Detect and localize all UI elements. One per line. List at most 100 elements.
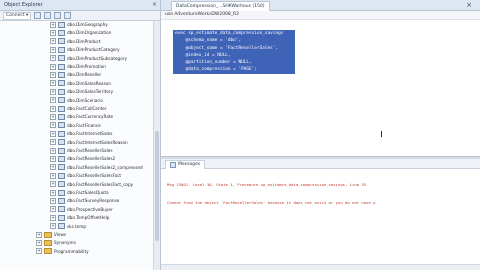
tree-table-item[interactable]: + dbo.FactResellerSalesFact_copy: [50, 181, 133, 188]
tree-table-item[interactable]: + dbo.DimGeography: [50, 21, 108, 28]
expand-icon[interactable]: +: [50, 29, 56, 36]
tree-item-label: dbo.FactResellerSales: [67, 148, 113, 153]
expand-icon[interactable]: +: [50, 97, 56, 104]
tree-folder-item[interactable]: + Synonyms: [36, 239, 76, 246]
expand-icon[interactable]: +: [50, 21, 56, 28]
sql-code-block[interactable]: exec sp_estimate_data_compression_saving…: [173, 30, 295, 74]
tree-item-label: dbo.DimProduct: [67, 38, 101, 44]
tree-table-item[interactable]: + dbo.FactInternetSales: [50, 130, 112, 137]
expand-icon[interactable]: +: [50, 223, 56, 230]
expand-icon[interactable]: +: [50, 88, 56, 95]
tab-messages[interactable]: Messages: [165, 160, 206, 169]
tree-item-label: dbo.FactSalesQuota: [67, 190, 109, 195]
object-explorer-panel: Object Explorer × Connect ▾ + dbo.DimGeog…: [0, 0, 161, 270]
tree-table-item[interactable]: + dbo.FactFinance: [50, 122, 101, 129]
code-line[interactable]: @schema_name = 'dbo',: [173, 37, 295, 45]
table-icon: [58, 55, 65, 62]
expand-icon[interactable]: +: [50, 63, 56, 70]
tree-table-item[interactable]: + dbo.FactResellerSales2_compressed: [50, 164, 143, 171]
scrollbar-thumb[interactable]: [155, 131, 159, 241]
tree-item-label: Synonyms: [54, 240, 76, 246]
refresh-icon[interactable]: [64, 12, 72, 19]
expand-icon[interactable]: +: [50, 172, 56, 179]
expand-icon[interactable]: +: [50, 147, 56, 154]
expand-icon[interactable]: +: [50, 113, 56, 120]
expand-icon[interactable]: +: [50, 122, 56, 129]
expand-icon[interactable]: +: [50, 130, 56, 137]
tree-item-label: dbo.FactInternetSales: [67, 131, 113, 137]
tree-table-item[interactable]: + dbo.DimSalesTerritory: [50, 88, 113, 95]
tree-table-item[interactable]: + dbo.FactCallCenter: [50, 105, 107, 112]
tree-table-item[interactable]: + dbo.DimPromotion: [50, 63, 106, 70]
connect-icon[interactable]: [34, 12, 42, 19]
expand-icon[interactable]: +: [36, 239, 42, 246]
connect-button[interactable]: Connect ▾: [3, 11, 32, 20]
code-line[interactable]: @index_id = NULL,: [173, 51, 295, 60]
expand-icon[interactable]: +: [50, 46, 56, 53]
tree-table-item[interactable]: + dbo.DimProduct: [50, 38, 101, 45]
table-icon: [58, 97, 65, 104]
filter-icon[interactable]: [54, 12, 62, 19]
code-line[interactable]: @object_name = 'FactResellerSales',: [173, 44, 295, 52]
tree-item-label: dbo.FactCurrencyRate: [67, 114, 114, 120]
folder-icon: [44, 248, 52, 255]
code-line[interactable]: @data_compression = 'PAGE';: [173, 66, 295, 74]
tree-table-item[interactable]: + dbo.FactResellerSalesFact: [50, 172, 121, 179]
table-icon: [58, 105, 65, 112]
expand-icon[interactable]: +: [50, 105, 56, 112]
expand-icon[interactable]: +: [50, 38, 56, 45]
close-icon[interactable]: ×: [152, 0, 157, 10]
tree-table-item[interactable]: + dbo.FactInternetSalesReason: [50, 139, 128, 146]
tree-table-item[interactable]: + dbo.FactSurveyResponse: [50, 197, 119, 204]
tab-query-editor[interactable]: DataCompression_...SHKWarhous (150): [171, 1, 270, 11]
expand-icon[interactable]: +: [50, 80, 56, 87]
tree-table-item[interactable]: + dbo.ProspectiveBuyer: [50, 206, 113, 213]
tree-table-item[interactable]: + dbo.DimReseller: [50, 71, 101, 78]
tree-table-item[interactable]: + dbo.DimProductSubcategory: [50, 55, 127, 62]
disconnect-icon[interactable]: [44, 12, 52, 19]
tree-scrollbar[interactable]: [153, 21, 160, 270]
tree-table-item[interactable]: + dbo.TempOffsetHelp: [50, 214, 109, 221]
expand-icon[interactable]: +: [36, 248, 42, 255]
tree-table-item[interactable]: + dbo.DimSalesReason: [50, 80, 111, 87]
tree-item-label: dbo.FactFinance: [67, 122, 101, 128]
tree-item-label: dbo.FactSurveyResponse: [67, 198, 120, 204]
expand-icon[interactable]: +: [36, 231, 42, 238]
tree-table-item[interactable]: + sks.temp: [50, 223, 86, 230]
table-icon: [58, 164, 65, 171]
object-explorer-title: Object Explorer: [4, 2, 43, 8]
tree-table-item[interactable]: + dbo.DimOrganization: [50, 29, 111, 36]
messages-icon: [170, 162, 176, 168]
expand-icon[interactable]: +: [50, 155, 56, 162]
tree-item-label: dbo.DimProductCategory: [67, 47, 120, 53]
close-tab-icon[interactable]: ×: [466, 0, 472, 10]
tree-table-item[interactable]: + dbo.FactSalesQuota: [50, 189, 109, 196]
results-pane: Messages Msg 15001, Level 16, State 1, P…: [161, 159, 480, 270]
expand-icon[interactable]: +: [50, 181, 56, 188]
table-icon: [58, 206, 65, 213]
code-line[interactable]: exec sp_estimate_data_compression_saving…: [173, 30, 295, 38]
expand-icon[interactable]: +: [50, 139, 56, 146]
expand-icon[interactable]: +: [50, 189, 56, 196]
expand-icon[interactable]: +: [50, 197, 56, 204]
tree-table-item[interactable]: + dbo.FactCurrencyRate: [50, 113, 113, 120]
tree-item-label: dbo.ProspectiveBuyer: [67, 206, 113, 212]
text-cursor-icon: [381, 131, 382, 137]
expand-icon[interactable]: +: [50, 214, 56, 221]
folder-icon: [44, 239, 52, 246]
expand-icon[interactable]: +: [50, 55, 56, 62]
tree-folder-item[interactable]: + Programmability: [36, 248, 89, 255]
table-icon: [58, 80, 65, 87]
tree-table-item[interactable]: + dbo.DimScenario: [50, 97, 103, 104]
expand-icon[interactable]: +: [50, 206, 56, 213]
table-icon: [58, 29, 65, 36]
tree-folder-item[interactable]: + Views: [36, 231, 66, 238]
expand-icon[interactable]: +: [50, 164, 56, 171]
code-line[interactable]: @partition_number = NULL,: [173, 59, 295, 67]
results-tabbar: Messages: [161, 159, 480, 169]
tree-table-item[interactable]: + dbo.DimProductCategory: [50, 46, 120, 53]
tree-table-item[interactable]: + dbo.FactResellerSales2: [50, 155, 115, 162]
results-horizontal-scrollbar[interactable]: [161, 264, 480, 270]
expand-icon[interactable]: +: [50, 71, 56, 78]
tree-table-item[interactable]: + dbo.FactResellerSales: [50, 147, 113, 154]
